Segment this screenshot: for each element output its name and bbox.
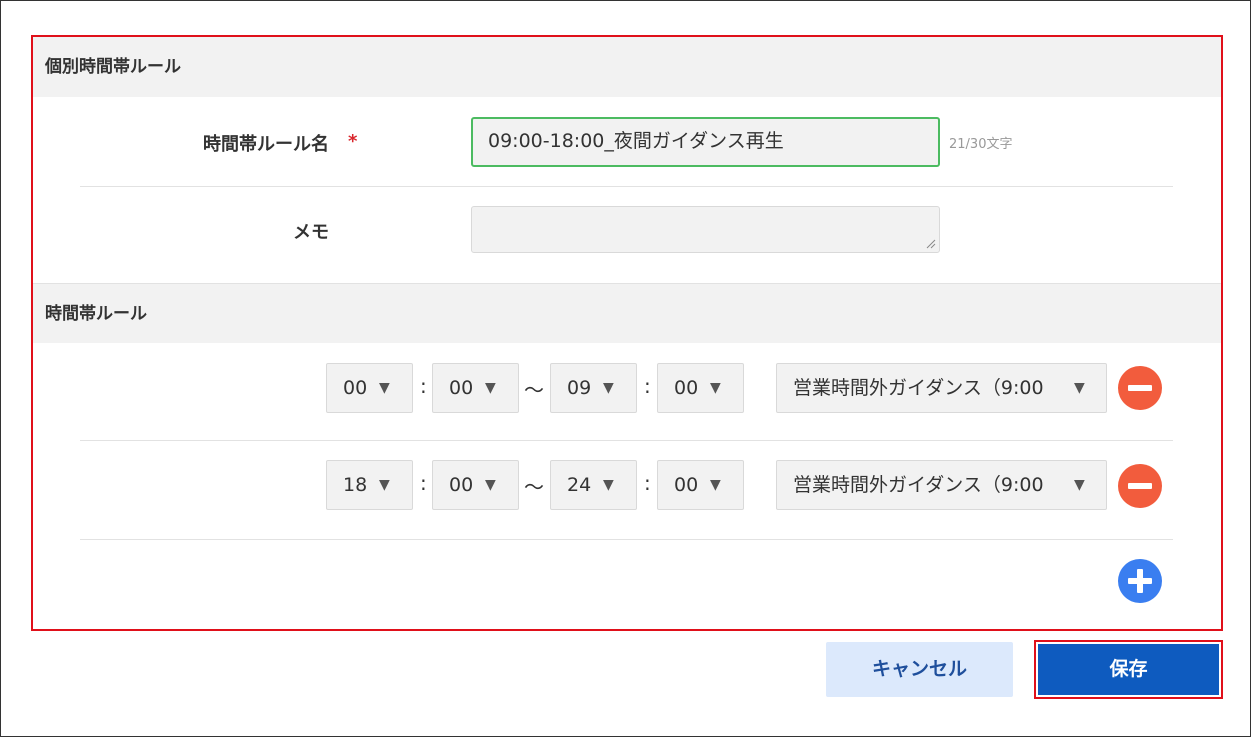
start-hour-select[interactable]: 18 ▼ <box>326 460 413 510</box>
divider <box>80 440 1173 441</box>
cancel-button[interactable]: キャンセル <box>826 642 1013 697</box>
caret-down-icon: ▼ <box>485 380 496 396</box>
remove-rule-button[interactable] <box>1118 464 1162 508</box>
minus-icon <box>1128 385 1152 391</box>
caret-down-icon: ▼ <box>485 477 496 493</box>
time-colon: : <box>420 471 427 495</box>
caret-down-icon: ▼ <box>379 380 390 396</box>
save-button-highlight: 保存 <box>1034 640 1223 699</box>
end-minute-select[interactable]: 00 ▼ <box>657 363 744 413</box>
section-title-time-rules: 時間帯ルール <box>45 304 147 324</box>
caret-down-icon: ▼ <box>1072 461 1085 509</box>
end-hour-select[interactable]: 24 ▼ <box>550 460 637 510</box>
required-asterisk: * <box>348 131 358 152</box>
section-header-time-rules: 時間帯ルール <box>33 283 1221 343</box>
caret-down-icon: ▼ <box>1072 364 1085 412</box>
rule-name-label: 時間帯ルール名 <box>203 134 329 155</box>
section-header-individual-rule: 個別時間帯ルール <box>33 37 1221 97</box>
memo-textarea[interactable] <box>471 206 940 253</box>
end-minute-select[interactable]: 00 ▼ <box>657 460 744 510</box>
start-hour-select[interactable]: 00 ▼ <box>326 363 413 413</box>
caret-down-icon: ▼ <box>603 380 614 396</box>
start-minute-select[interactable]: 00 ▼ <box>432 460 519 510</box>
memo-label: メモ <box>293 222 329 243</box>
section-title-individual-rule: 個別時間帯ルール <box>45 57 181 77</box>
time-colon: : <box>420 374 427 398</box>
end-hour-select[interactable]: 09 ▼ <box>550 363 637 413</box>
minus-icon <box>1128 483 1152 489</box>
range-tilde: ～ <box>524 378 544 402</box>
time-colon: : <box>644 374 651 398</box>
caret-down-icon: ▼ <box>379 477 390 493</box>
rule-name-input[interactable]: 09:00-18:00_夜間ガイダンス再生 <box>471 117 940 167</box>
save-button[interactable]: 保存 <box>1038 644 1219 695</box>
range-tilde: ～ <box>524 475 544 499</box>
plus-icon-vertical <box>1137 569 1143 593</box>
remove-rule-button[interactable] <box>1118 366 1162 410</box>
char-counter: 21/30文字 <box>949 137 1013 152</box>
guidance-select[interactable]: 営業時間外ガイダンス（9:00 ▼ <box>776 460 1107 510</box>
add-rule-button[interactable] <box>1118 559 1162 603</box>
caret-down-icon: ▼ <box>710 477 721 493</box>
time-colon: : <box>644 471 651 495</box>
start-minute-select[interactable]: 00 ▼ <box>432 363 519 413</box>
divider <box>80 539 1173 540</box>
rule-settings-panel: 個別時間帯ルール 時間帯ルール名 * 09:00-18:00_夜間ガイダンス再生… <box>31 35 1223 631</box>
caret-down-icon: ▼ <box>603 477 614 493</box>
divider <box>80 186 1173 187</box>
guidance-select[interactable]: 営業時間外ガイダンス（9:00 ▼ <box>776 363 1107 413</box>
caret-down-icon: ▼ <box>710 380 721 396</box>
resize-grip-icon[interactable] <box>926 239 936 249</box>
